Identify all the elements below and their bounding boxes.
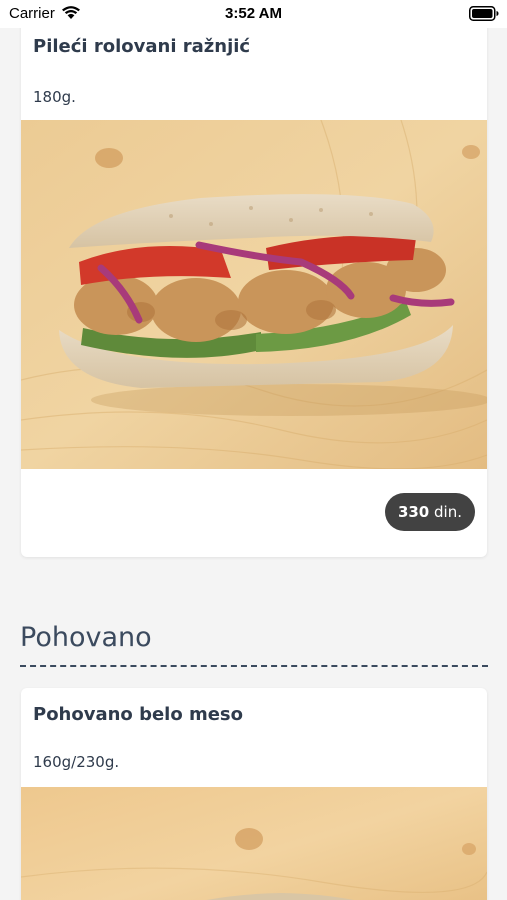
section-divider	[20, 665, 488, 667]
item-photo	[21, 120, 487, 469]
battery-icon	[469, 6, 499, 21]
menu-item-card[interactable]: Pohovano belo meso 160g/230g.	[21, 688, 487, 900]
section-title: Pohovano	[20, 622, 152, 653]
item-weight: 160g/230g.	[33, 753, 120, 771]
menu-item-card[interactable]: Pileći rolovani ražnjić 180g. 330 din.	[21, 12, 487, 557]
price-currency: din.	[434, 503, 462, 521]
clock: 3:52 AM	[225, 5, 282, 22]
item-photo	[21, 787, 487, 900]
item-weight: 180g.	[33, 88, 76, 106]
menu-scroll-view[interactable]: Pileći rolovani ražnjić 180g. 330 din. P…	[0, 0, 507, 900]
price-amount: 330	[397, 503, 430, 521]
status-bar: Carrier 3:52 AM	[0, 0, 507, 28]
price-badge: 330 din.	[384, 493, 475, 531]
item-name: Pohovano belo meso	[33, 704, 244, 725]
item-name: Pileći rolovani ražnjić	[33, 36, 251, 57]
